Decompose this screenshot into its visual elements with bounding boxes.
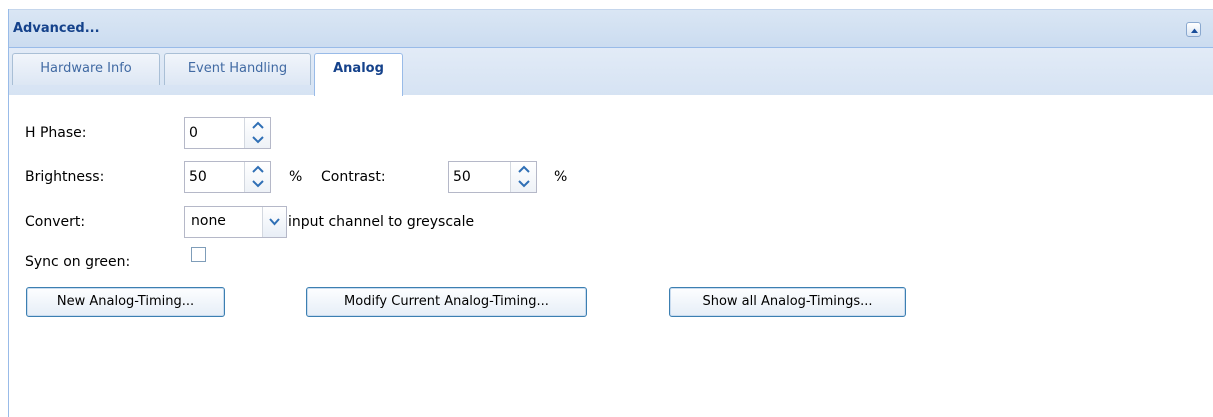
- sync-on-green-label: Sync on green:: [25, 254, 131, 270]
- convert-combo[interactable]: none: [184, 206, 287, 238]
- contrast-input[interactable]: [449, 162, 511, 192]
- tab-analog[interactable]: Analog: [314, 53, 403, 96]
- panel-header: Advanced...: [9, 9, 1213, 48]
- h-phase-input[interactable]: [185, 118, 245, 148]
- convert-label: Convert:: [25, 214, 86, 230]
- spin-up-icon[interactable]: [511, 162, 537, 177]
- h-phase-label: H Phase:: [25, 125, 87, 141]
- brightness-spinner[interactable]: [184, 161, 271, 193]
- spin-down-icon[interactable]: [245, 177, 271, 192]
- contrast-spin-buttons: [510, 162, 536, 192]
- new-analog-timing-button[interactable]: New Analog-Timing...: [26, 287, 225, 317]
- advanced-panel: Advanced... Hardware Info Event Handling…: [8, 9, 1213, 417]
- collapse-button[interactable]: [1186, 22, 1201, 37]
- chevron-up-icon: [1191, 28, 1198, 33]
- convert-value: none: [191, 213, 226, 229]
- spin-down-icon[interactable]: [511, 177, 537, 192]
- show-all-analog-timings-button[interactable]: Show all Analog-Timings...: [669, 287, 906, 317]
- spin-up-icon[interactable]: [245, 162, 271, 177]
- h-phase-spinner[interactable]: [184, 117, 271, 149]
- contrast-spinner[interactable]: [448, 161, 537, 193]
- contrast-unit: %: [554, 169, 568, 185]
- h-phase-spin-buttons: [244, 118, 270, 148]
- convert-suffix: input channel to greyscale: [288, 214, 475, 230]
- brightness-unit: %: [289, 169, 303, 185]
- tab-strip: Hardware Info Event Handling Analog: [9, 48, 1213, 96]
- contrast-label: Contrast:: [321, 169, 386, 185]
- chevron-down-icon: [269, 218, 280, 226]
- panel-title: Advanced...: [13, 21, 100, 36]
- convert-dropdown-trigger[interactable]: [262, 207, 286, 237]
- spin-up-icon[interactable]: [245, 118, 271, 133]
- analog-tab-content: H Phase: Brightness: % Contrast:: [9, 95, 1213, 417]
- spin-down-icon[interactable]: [245, 133, 271, 148]
- modify-analog-timing-button[interactable]: Modify Current Analog-Timing...: [306, 287, 587, 317]
- tab-hardware-info[interactable]: Hardware Info: [12, 53, 160, 85]
- brightness-spin-buttons: [244, 162, 270, 192]
- brightness-input[interactable]: [185, 162, 245, 192]
- sync-on-green-checkbox[interactable]: [191, 247, 206, 262]
- brightness-label: Brightness:: [25, 169, 105, 185]
- tab-event-handling[interactable]: Event Handling: [164, 53, 311, 85]
